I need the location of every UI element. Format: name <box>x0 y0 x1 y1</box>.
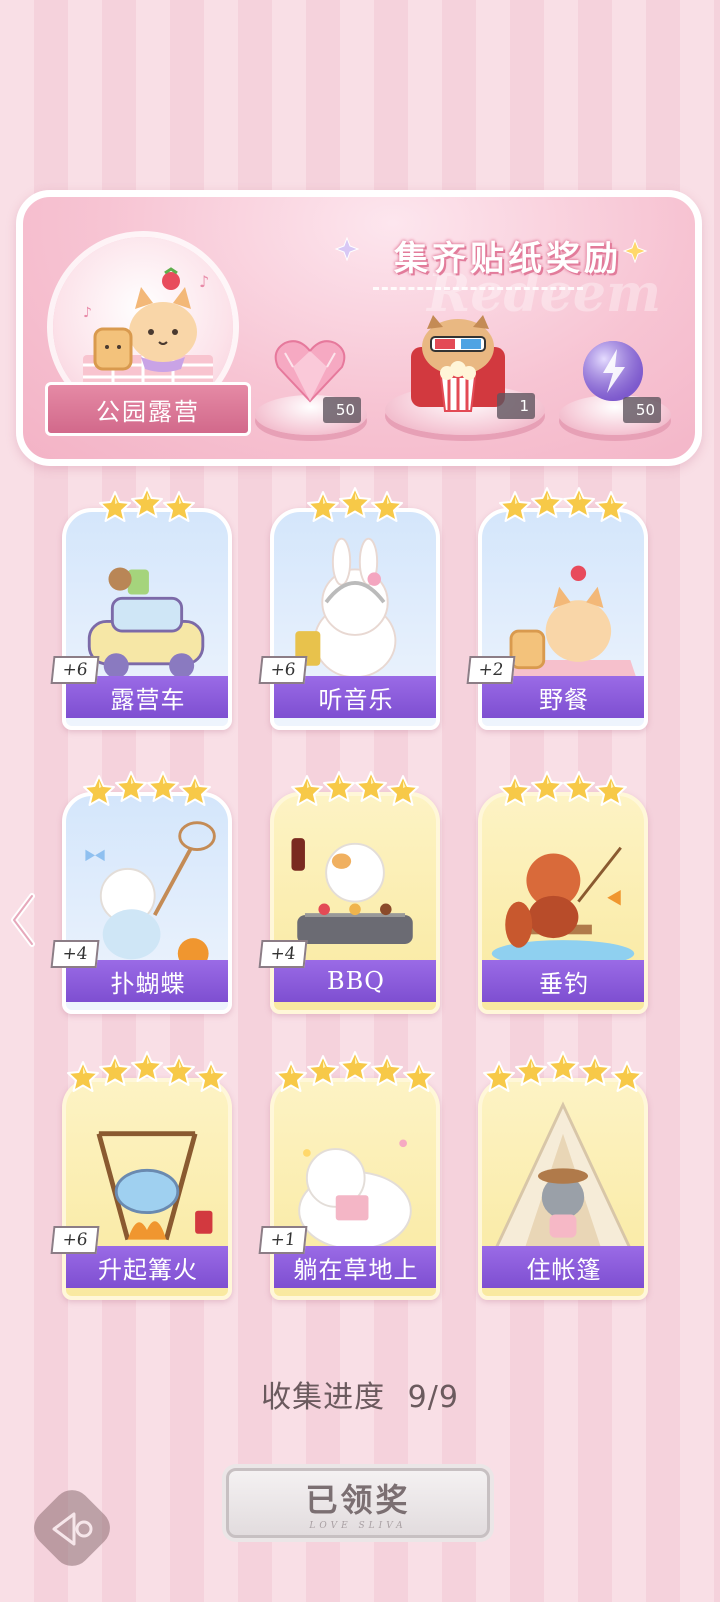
star-icon <box>163 490 195 528</box>
star-icon <box>307 490 339 528</box>
sticker-bonus-tag: +4 <box>50 940 100 968</box>
star-icon <box>595 490 627 528</box>
reward-count: 50 <box>623 397 661 423</box>
sticker-card[interactable]: 扑蝴蝶 +4 <box>50 770 232 1014</box>
star-icon <box>499 774 531 812</box>
sticker-illustration <box>491 846 635 968</box>
sticker-frame: 垂钓 <box>478 792 648 1014</box>
star-icon <box>115 770 147 808</box>
star-icon <box>291 774 323 812</box>
star-icon <box>547 1050 579 1088</box>
star-icon <box>499 490 531 528</box>
sticker-frame: 野餐 <box>478 508 648 730</box>
sticker-frame: 升起篝火 <box>62 1078 232 1300</box>
sticker-frame: 扑蝴蝶 <box>62 792 232 1014</box>
sticker-card[interactable]: 听音乐 +6 <box>258 486 440 730</box>
star-icon <box>323 770 355 808</box>
sticker-card[interactable]: 露营车 +6 <box>50 486 232 730</box>
star-rating <box>62 486 232 528</box>
claimed-button-subtitle: LOVE SLIVA <box>309 1521 407 1531</box>
star-icon <box>579 1054 611 1092</box>
star-icon <box>99 490 131 528</box>
claimed-button[interactable]: 已领奖 LOVE SLIVA <box>226 1468 490 1538</box>
star-icon <box>147 770 179 808</box>
star-icon <box>195 1060 227 1098</box>
reward-count: 1 <box>497 393 535 419</box>
star-icon <box>403 1060 435 1098</box>
purple-lightning-orb-icon[interactable] <box>579 337 647 405</box>
sticker-card[interactable]: 住帐篷 <box>478 1051 648 1300</box>
star-rating <box>62 1051 232 1098</box>
star-icon <box>307 1054 339 1092</box>
reward-count: 50 <box>323 397 361 423</box>
sticker-bonus-tag: +4 <box>258 940 308 968</box>
star-rating <box>478 770 648 812</box>
star-icon <box>515 1054 547 1092</box>
sticker-card[interactable]: BBQ +4 <box>258 770 440 1014</box>
chevron-left-icon[interactable] <box>6 890 40 950</box>
sticker-bonus-tag: +1 <box>258 1226 308 1254</box>
sticker-card[interactable]: 野餐 +2 <box>466 486 648 730</box>
back-arrow-icon <box>52 1512 93 1546</box>
star-icon <box>387 774 419 812</box>
star-icon <box>611 1060 643 1098</box>
star-rating <box>270 770 440 812</box>
sticker-bonus-tag: +6 <box>50 656 100 684</box>
star-icon <box>339 1050 371 1088</box>
sticker-illustration <box>493 1101 633 1251</box>
reward-banner: Redeem 集齐贴纸奖励 ♪ ♪ 公园露营 50 1 50 <box>16 190 702 466</box>
pink-heart-gem-icon[interactable] <box>273 337 347 405</box>
sticker-bonus-tag: +6 <box>50 1226 100 1254</box>
claimed-button-label: 已领奖 <box>305 1481 411 1519</box>
star-icon <box>99 1054 131 1092</box>
sticker-frame: BBQ <box>270 792 440 1014</box>
star-icon <box>371 1054 403 1092</box>
progress-label: 收集进度 <box>261 1380 386 1415</box>
star-icon <box>67 1060 99 1098</box>
sticker-card[interactable]: 升起篝火 +6 <box>50 1051 232 1300</box>
sticker-label: 垂钓 <box>482 960 644 1002</box>
star-icon <box>179 774 211 812</box>
svg-text:♪: ♪ <box>83 305 92 321</box>
sticker-label: 住帐篷 <box>482 1246 644 1288</box>
star-rating <box>62 770 232 812</box>
sticker-frame: 住帐篷 <box>478 1078 648 1300</box>
star-icon <box>131 486 163 524</box>
sticker-bonus-tag: +6 <box>258 656 308 684</box>
sticker-bonus-tag: +2 <box>466 656 516 684</box>
star-icon <box>355 770 387 808</box>
star-icon <box>563 486 595 524</box>
theme-label: 公园露营 <box>45 382 251 436</box>
star-rating <box>478 486 648 528</box>
star-icon <box>83 774 115 812</box>
sticker-frame: 听音乐 <box>270 508 440 730</box>
star-icon <box>531 486 563 524</box>
svg-text:♪: ♪ <box>199 272 209 291</box>
star-rating <box>270 486 440 528</box>
progress-value: 9/9 <box>407 1380 459 1415</box>
star-icon <box>339 486 371 524</box>
sticker-frame: 躺在草地上 <box>270 1078 440 1300</box>
title-underline <box>373 287 583 290</box>
star-rating <box>270 1051 440 1098</box>
star-icon <box>371 490 403 528</box>
star-icon <box>131 1050 163 1088</box>
star-icon <box>563 770 595 808</box>
collection-progress: 收集进度 9/9 <box>0 1372 720 1416</box>
star-icon <box>531 770 563 808</box>
sticker-frame: 露营车 <box>62 508 232 730</box>
banner-title: 集齐贴纸奖励 <box>394 238 622 279</box>
star-icon <box>595 774 627 812</box>
star-icon <box>483 1060 515 1098</box>
sparkle-star-icon <box>335 237 359 261</box>
sticker-card[interactable]: 躺在草地上 +1 <box>258 1051 440 1300</box>
star-icon <box>275 1060 307 1098</box>
star-icon <box>163 1054 195 1092</box>
star-rating <box>478 1051 648 1098</box>
sticker-card[interactable]: 垂钓 <box>478 770 648 1014</box>
